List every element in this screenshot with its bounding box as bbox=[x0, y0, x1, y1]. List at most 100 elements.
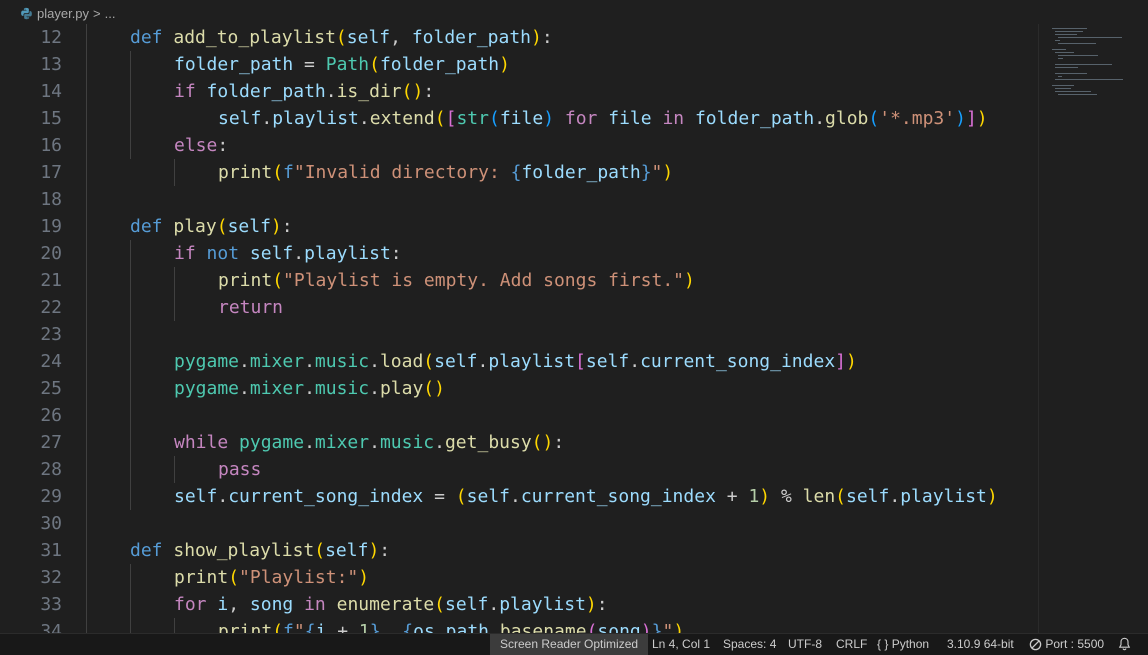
minimap-line bbox=[1055, 64, 1112, 65]
minimap-line bbox=[1058, 43, 1096, 44]
code-token: : bbox=[390, 243, 402, 264]
code-token: while bbox=[174, 432, 229, 453]
code-token: ( bbox=[488, 108, 500, 129]
code-token: . bbox=[369, 432, 380, 453]
screen-reader-status[interactable]: Screen Reader Optimized bbox=[490, 634, 649, 655]
code-token: ( bbox=[216, 216, 228, 237]
code-text: self.current_song_index = (self.current_… bbox=[174, 483, 998, 510]
code-line[interactable]: 21 print("Playlist is empty. Add songs fi… bbox=[0, 267, 1038, 294]
minimap-line bbox=[1055, 91, 1091, 92]
cursor-position[interactable]: Ln 4, Col 1 bbox=[652, 634, 710, 655]
code-line[interactable]: 15 self.playlist.extend([str(file) for fi… bbox=[0, 105, 1038, 132]
code-token: : bbox=[423, 81, 435, 102]
code-token: else bbox=[174, 135, 218, 156]
breadcrumb-separator: > bbox=[93, 5, 101, 21]
code-token: mixer bbox=[314, 432, 370, 453]
code-editor[interactable]: 12 def add_to_playlist(self, folder_path)… bbox=[0, 24, 1038, 633]
code-token: enumerate bbox=[336, 594, 435, 615]
code-line[interactable]: 18 bbox=[0, 186, 1038, 213]
code-token: self bbox=[174, 486, 218, 507]
code-token: . bbox=[889, 486, 901, 507]
code-token: " bbox=[662, 621, 674, 633]
code-line[interactable]: 24 pygame.mixer.music.load(self.playlist[… bbox=[0, 348, 1038, 375]
code-line[interactable]: 33 for i, song in enumerate(self.playlist… bbox=[0, 591, 1038, 618]
code-token: folder_path bbox=[694, 108, 815, 129]
code-token: folder_path bbox=[174, 54, 294, 75]
code-line[interactable]: 32 print("Playlist:") bbox=[0, 564, 1038, 591]
breadcrumb-more[interactable]: ... bbox=[105, 6, 116, 21]
code-token: { bbox=[304, 621, 316, 633]
code-line[interactable]: 14 if folder_path.is_dir(): bbox=[0, 78, 1038, 105]
code-token: 1 bbox=[748, 486, 760, 507]
code-token: ( bbox=[272, 270, 284, 291]
code-token: } bbox=[369, 621, 381, 633]
language-mode[interactable]: { } Python bbox=[877, 634, 929, 655]
code-line[interactable]: 30 bbox=[0, 510, 1038, 537]
code-token: self bbox=[227, 216, 271, 237]
code-line[interactable]: 12 def add_to_playlist(self, folder_path)… bbox=[0, 24, 1038, 51]
code-token: . bbox=[434, 432, 445, 453]
code-token: ] bbox=[965, 108, 977, 129]
code-token: ) bbox=[662, 162, 674, 183]
code-line[interactable]: 29 self.current_song_index = (self.curren… bbox=[0, 483, 1038, 510]
code-line[interactable]: 20 if not self.playlist: bbox=[0, 240, 1038, 267]
code-token: print bbox=[218, 621, 273, 633]
code-line[interactable]: 27 while pygame.mixer.music.get_busy(): bbox=[0, 429, 1038, 456]
code-token: self bbox=[585, 351, 630, 372]
language-label: Python bbox=[891, 637, 930, 651]
code-token: , bbox=[228, 594, 250, 615]
line-number: 27 bbox=[40, 432, 62, 453]
code-token: ( bbox=[835, 486, 846, 507]
code-token: playlist bbox=[304, 243, 391, 264]
encoding-status[interactable]: UTF-8 bbox=[788, 634, 822, 655]
code-line[interactable]: 17 print(f"Invalid directory: {folder_pat… bbox=[0, 159, 1038, 186]
minimap-line bbox=[1052, 85, 1074, 86]
code-token: 1 bbox=[358, 621, 370, 633]
code-token: glob bbox=[825, 108, 869, 129]
code-token: : bbox=[379, 540, 391, 561]
code-token: ) bbox=[955, 108, 966, 129]
code-token: pygame bbox=[239, 432, 305, 453]
code-line[interactable]: 25 pygame.mixer.music.play() bbox=[0, 375, 1038, 402]
code-token: i bbox=[315, 621, 327, 633]
code-token: in bbox=[662, 108, 685, 129]
code-line[interactable]: 31 def show_playlist(self): bbox=[0, 537, 1038, 564]
line-number: 16 bbox=[40, 135, 62, 156]
interpreter-status[interactable]: 3.10.9 64-bit bbox=[947, 634, 1014, 655]
code-token: ) bbox=[684, 270, 695, 291]
code-line[interactable]: 22 return bbox=[0, 294, 1038, 321]
live-server-port[interactable]: Port : 5500 bbox=[1029, 634, 1104, 655]
code-token: . bbox=[477, 351, 489, 372]
code-line[interactable]: 13 folder_path = Path(folder_path) bbox=[0, 51, 1038, 78]
code-token: basename bbox=[499, 621, 587, 633]
code-line[interactable]: 23 bbox=[0, 321, 1038, 348]
minimap[interactable] bbox=[1038, 24, 1148, 633]
code-line[interactable]: 34 print(f"{i + 1}. {os.path.basename(son… bbox=[0, 618, 1038, 633]
code-text: if folder_path.is_dir(): bbox=[174, 78, 434, 105]
code-token: : bbox=[281, 216, 293, 237]
code-token: for bbox=[564, 108, 598, 129]
minimap-line bbox=[1055, 40, 1060, 41]
breadcrumb-file[interactable]: player.py bbox=[37, 6, 89, 21]
code-token: ( bbox=[314, 540, 326, 561]
code-line[interactable]: 16 else: bbox=[0, 132, 1038, 159]
code-line[interactable]: 28 pass bbox=[0, 456, 1038, 483]
code-token: : bbox=[553, 432, 565, 453]
notifications-button[interactable] bbox=[1118, 634, 1131, 655]
indentation-status[interactable]: Spaces: 4 bbox=[723, 634, 776, 655]
code-token: . bbox=[239, 378, 250, 399]
code-line[interactable]: 19 def play(self): bbox=[0, 213, 1038, 240]
code-token: () bbox=[401, 81, 424, 102]
code-token: def bbox=[130, 27, 163, 48]
code-token: "Invalid directory: bbox=[293, 162, 511, 183]
code-token: . bbox=[434, 621, 446, 633]
code-token: self bbox=[434, 351, 478, 372]
eol-status[interactable]: CRLF bbox=[836, 634, 867, 655]
code-line[interactable]: 26 bbox=[0, 402, 1038, 429]
